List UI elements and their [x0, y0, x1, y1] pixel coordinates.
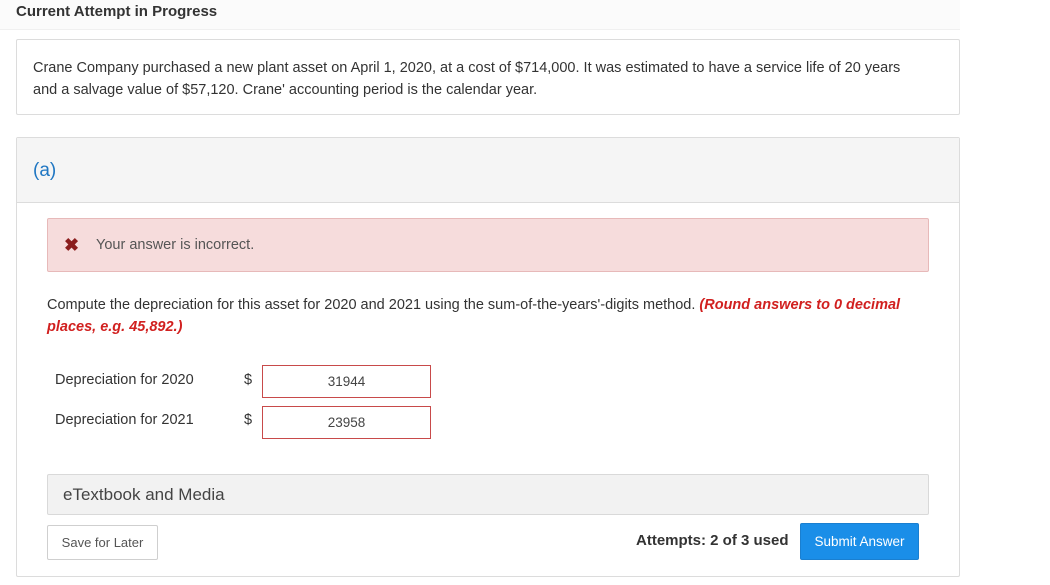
alert-message: Your answer is incorrect. — [96, 237, 255, 253]
x-icon: ✖ — [64, 235, 80, 255]
etextbook-label: eTextbook and Media — [63, 485, 225, 504]
etextbook-and-media-link[interactable]: eTextbook and Media — [47, 474, 929, 515]
submit-answer-button[interactable]: Submit Answer — [800, 523, 919, 560]
attempt-title: Current Attempt in Progress — [16, 3, 218, 20]
currency-symbol: $ — [244, 412, 253, 428]
instructions: Compute the depreciation for this asset … — [47, 294, 917, 338]
depreciation-2021-input[interactable] — [262, 406, 431, 439]
depreciation-2020-input[interactable] — [262, 365, 431, 398]
save-for-later-button[interactable]: Save for Later — [47, 525, 158, 560]
part-header: (a) — [17, 138, 959, 203]
attempts-counter: Attempts: 2 of 3 used — [636, 532, 789, 549]
part-a-panel: (a) ✖ Your answer is incorrect. Compute … — [16, 137, 960, 577]
incorrect-answer-alert: ✖ Your answer is incorrect. — [47, 218, 929, 272]
depreciation-2021-label: Depreciation for 2021 — [55, 412, 194, 428]
question-text: Crane Company purchased a new plant asse… — [33, 60, 901, 98]
attempt-header: Current Attempt in Progress — [0, 0, 960, 30]
part-label: (a) — [33, 160, 57, 181]
question-panel: Crane Company purchased a new plant asse… — [16, 39, 960, 115]
instruction-text: Compute the depreciation for this asset … — [47, 297, 700, 313]
depreciation-2020-label: Depreciation for 2020 — [55, 372, 194, 388]
currency-symbol: $ — [244, 372, 253, 388]
